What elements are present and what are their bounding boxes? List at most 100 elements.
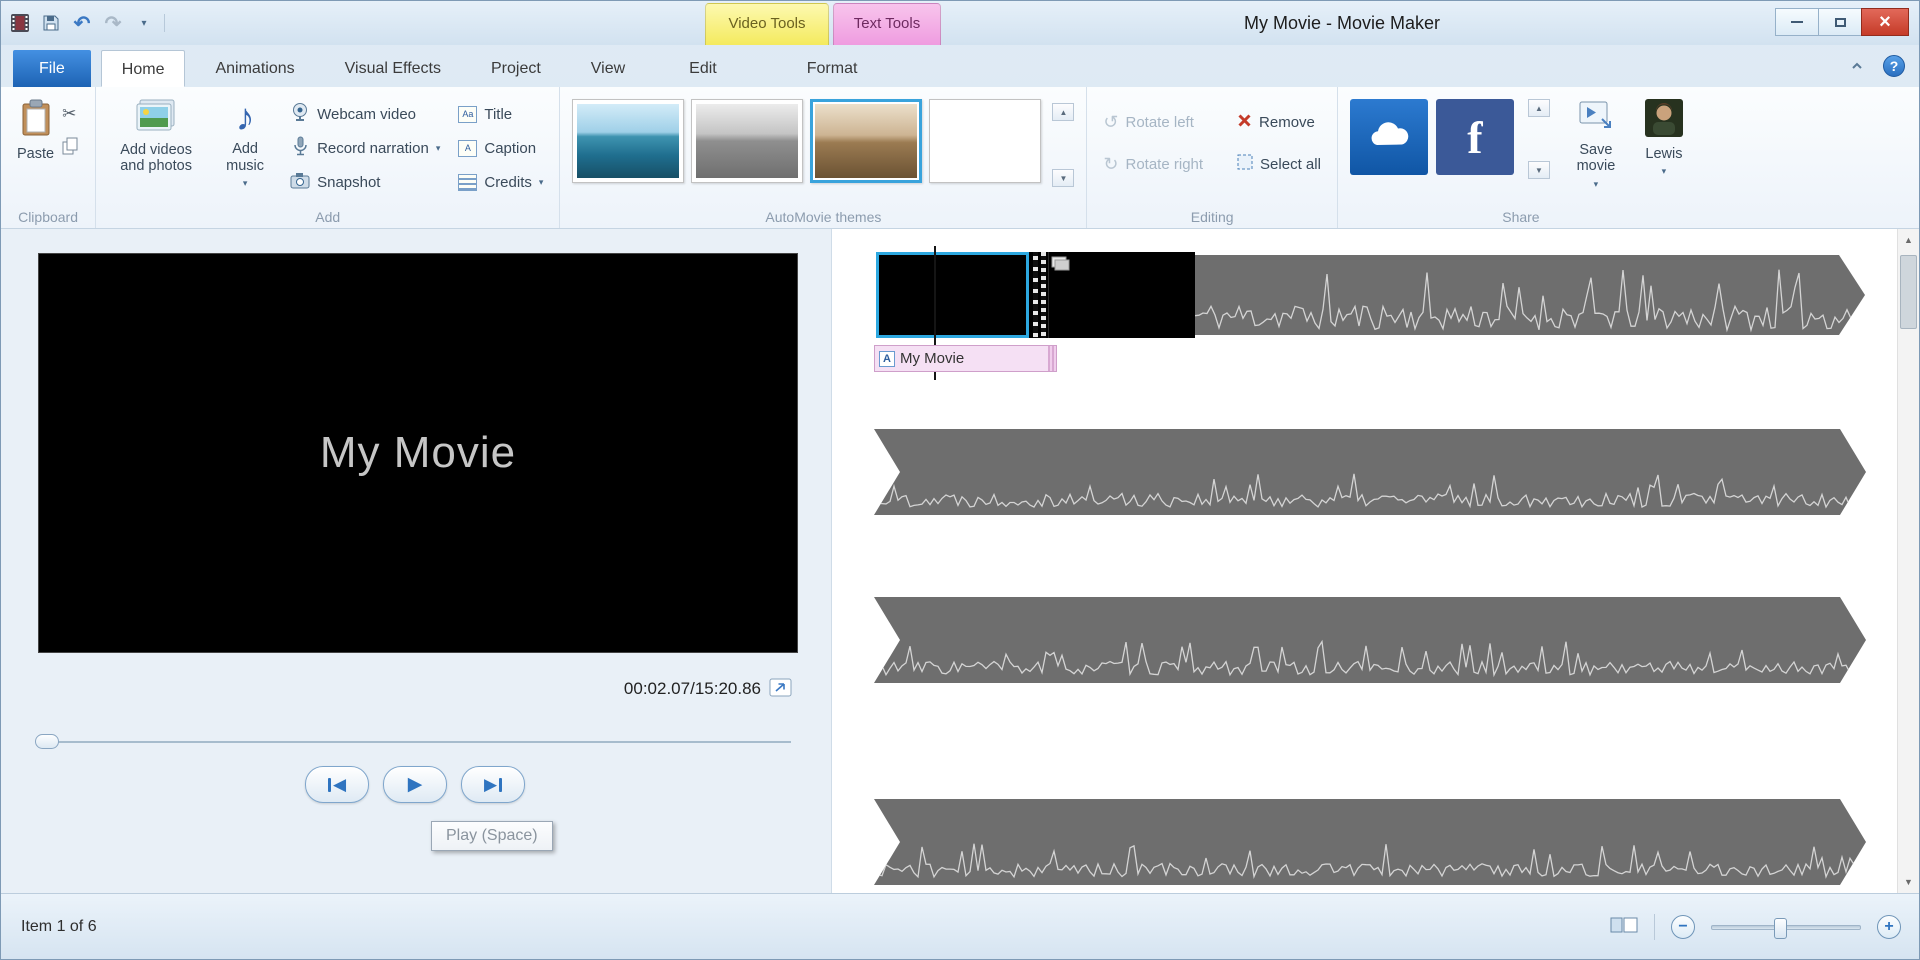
cut-button[interactable]: ✂ xyxy=(58,101,83,127)
minimize-ribbon-icon[interactable] xyxy=(1845,56,1869,76)
add-videos-button[interactable]: Add videos and photos xyxy=(108,95,204,203)
editing-group-label: Editing xyxy=(1087,209,1337,225)
qat-dropdown-icon[interactable]: ▾ xyxy=(133,12,155,34)
remove-button[interactable]: Remove xyxy=(1233,109,1325,135)
chevron-down-icon: ▾ xyxy=(243,178,248,188)
zoom-slider-thumb[interactable] xyxy=(1774,918,1787,939)
rotate-right-button[interactable]: ↻ Rotate right xyxy=(1099,151,1207,177)
select-all-button[interactable]: Select all xyxy=(1233,151,1325,177)
help-icon[interactable]: ? xyxy=(1883,55,1905,77)
share-scroll-down-icon[interactable]: ▼ xyxy=(1528,161,1550,179)
paste-button[interactable]: Paste xyxy=(13,95,58,203)
automovie-group-label: AutoMovie themes xyxy=(560,209,1086,225)
contextual-header-text-tools[interactable]: Text Tools xyxy=(833,3,941,45)
close-icon: × xyxy=(1879,11,1891,34)
share-onedrive-button[interactable] xyxy=(1350,99,1428,175)
seek-bar[interactable] xyxy=(43,741,791,743)
ribbon: Paste ✂ Clipboard Add videos and photos … xyxy=(1,87,1919,229)
clipboard-icon xyxy=(21,99,51,142)
select-all-icon xyxy=(1237,154,1253,174)
tab-file[interactable]: File xyxy=(13,50,91,87)
contextual-header-video-tools[interactable]: Video Tools xyxy=(705,3,829,45)
tab-animations[interactable]: Animations xyxy=(195,50,314,87)
previous-frame-button[interactable]: ◀ xyxy=(305,766,369,803)
zoom-out-button[interactable]: − xyxy=(1671,915,1695,939)
undo-icon[interactable]: ↶ xyxy=(71,12,93,34)
themes-scroll-down-icon[interactable]: ▼ xyxy=(1052,169,1074,187)
title-button[interactable]: Aa Title xyxy=(454,101,547,127)
audio-track-row-2[interactable] xyxy=(874,429,1866,515)
close-button[interactable]: × xyxy=(1861,8,1909,36)
next-frame-icon xyxy=(499,778,502,792)
vertical-scrollbar[interactable]: ▲ ▼ xyxy=(1897,229,1919,893)
minimize-button[interactable] xyxy=(1775,8,1819,36)
tab-view[interactable]: View xyxy=(571,50,645,87)
chevron-down-icon: ▾ xyxy=(1594,179,1599,189)
caption-icon: A xyxy=(458,140,477,157)
share-facebook-button[interactable]: f xyxy=(1436,99,1514,175)
share-group-label: Share xyxy=(1338,209,1704,225)
copy-button[interactable] xyxy=(58,135,83,161)
play-button[interactable]: ▶ xyxy=(383,766,447,803)
timeline-clip[interactable] xyxy=(1029,252,1195,338)
rotate-left-icon: ↺ xyxy=(1103,112,1118,133)
themes-scroll-up-icon[interactable]: ▲ xyxy=(1052,103,1074,121)
theme-thumbnail-sepia-selected[interactable] xyxy=(810,99,922,183)
redo-icon[interactable]: ↷ xyxy=(102,12,124,34)
scroll-down-icon[interactable]: ▼ xyxy=(1898,871,1919,893)
storyboard-view-icon[interactable] xyxy=(1610,914,1638,941)
restore-button[interactable] xyxy=(1818,8,1862,36)
add-videos-label: Add videos and photos xyxy=(112,142,200,175)
titlebar: ↶ ↷ ▾ Video Tools Text Tools My Movie - … xyxy=(1,1,1919,45)
record-narration-label: Record narration xyxy=(317,140,429,157)
quick-access-toolbar: ↶ ↷ ▾ xyxy=(9,1,165,45)
camera-icon xyxy=(290,172,310,193)
tab-edit[interactable]: Edit xyxy=(669,50,737,87)
share-scroll-up-icon[interactable]: ▲ xyxy=(1528,99,1550,117)
save-icon[interactable] xyxy=(40,12,62,34)
fullscreen-preview-icon[interactable] xyxy=(769,678,792,702)
chevron-down-icon: ▾ xyxy=(1662,166,1667,176)
play-tooltip: Play (Space) xyxy=(431,821,553,851)
audio-track-row-3[interactable] xyxy=(874,597,1866,683)
add-group-label: Add xyxy=(96,209,559,225)
add-music-button[interactable]: ♪ Add music ▾ xyxy=(214,95,276,203)
music-note-icon: ♪ xyxy=(236,99,255,137)
save-movie-button[interactable]: Save movie ▾ xyxy=(1564,95,1628,203)
record-narration-button[interactable]: Record narration ▾ xyxy=(286,135,444,161)
seek-thumb[interactable] xyxy=(35,734,59,749)
window-title: My Movie - Movie Maker xyxy=(1244,1,1440,45)
item-count-label: Item 1 of 6 xyxy=(21,894,97,960)
theme-thumbnail-default[interactable] xyxy=(572,99,684,183)
tab-project[interactable]: Project xyxy=(471,50,561,87)
theme-thumbnail-blank[interactable] xyxy=(929,99,1041,183)
caption-button[interactable]: A Caption xyxy=(454,135,547,161)
audio-track-row-1[interactable] xyxy=(1195,255,1865,335)
tab-home[interactable]: Home xyxy=(101,50,186,87)
timeline-title-item[interactable]: A My Movie xyxy=(874,345,1057,372)
webcam-video-button[interactable]: Webcam video xyxy=(286,101,444,127)
zoom-slider[interactable] xyxy=(1711,925,1861,930)
video-preview[interactable]: My Movie xyxy=(38,253,798,653)
timeline-pane: A My Movie ▲ ▼ xyxy=(832,229,1919,893)
tab-format[interactable]: Format xyxy=(787,50,878,87)
scroll-up-icon[interactable]: ▲ xyxy=(1898,229,1919,251)
trim-handle[interactable] xyxy=(1048,346,1056,371)
audio-track-row-4[interactable] xyxy=(874,799,1866,885)
timeline-clip-selected[interactable] xyxy=(876,252,1029,338)
timecode: 00:02.07/15:20.86 xyxy=(1,679,761,699)
rotate-left-button[interactable]: ↺ Rotate left xyxy=(1099,109,1207,135)
app-icon[interactable] xyxy=(9,12,31,34)
tab-visual-effects[interactable]: Visual Effects xyxy=(325,50,461,87)
theme-thumbnail-contemporary[interactable] xyxy=(691,99,803,183)
zoom-in-button[interactable]: + xyxy=(1877,915,1901,939)
user-account-button[interactable]: Lewis ▾ xyxy=(1636,95,1692,203)
credits-button[interactable]: Credits ▾ xyxy=(454,169,547,195)
next-frame-button[interactable]: ▶ xyxy=(461,766,525,803)
window-controls: × xyxy=(1776,8,1909,36)
snapshot-button[interactable]: Snapshot xyxy=(286,169,444,195)
scrollbar-thumb[interactable] xyxy=(1900,255,1917,329)
save-movie-label: Save movie xyxy=(1570,142,1622,175)
facebook-icon: f xyxy=(1467,111,1482,164)
preview-pane: My Movie 00:02.07/15:20.86 ◀ ▶ ▶ Play (S… xyxy=(1,229,832,893)
